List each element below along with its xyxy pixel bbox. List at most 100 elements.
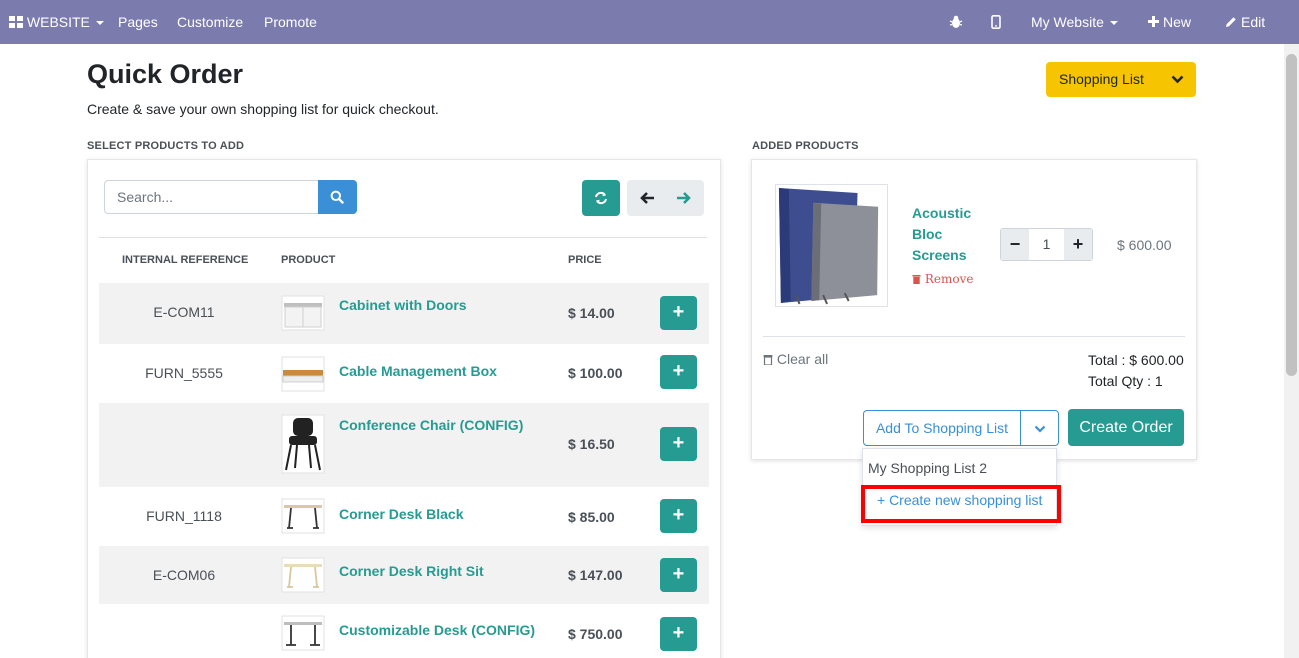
- search-button[interactable]: [318, 180, 357, 214]
- shopping-list-dropdown-toggle[interactable]: [1020, 410, 1059, 446]
- table-row: FURN_5555 Cable Management Box $ 100.00 …: [99, 344, 709, 403]
- table-row: Customizable Desk (CONFIG) $ 750.00 +: [99, 604, 709, 658]
- add-product-button[interactable]: +: [660, 296, 697, 330]
- product-name-link[interactable]: Cable Management Box: [339, 363, 497, 379]
- add-product-button[interactable]: +: [660, 355, 697, 389]
- mobile-icon: [991, 14, 1001, 29]
- product-thumbnail: [281, 557, 325, 593]
- menu-pages[interactable]: Pages: [118, 0, 158, 44]
- search-icon: [330, 190, 344, 204]
- add-product-button[interactable]: +: [660, 617, 697, 651]
- website-switcher[interactable]: My Website: [1031, 0, 1118, 44]
- pencil-icon: [1226, 17, 1236, 27]
- website-switcher-label: My Website: [1031, 14, 1104, 30]
- quantity-input[interactable]: 1: [1029, 229, 1064, 260]
- pager: [627, 180, 704, 216]
- total-quantity: Total Qty : 1: [1088, 373, 1163, 389]
- totals: Total : $ 600.00 Total Qty : 1: [1088, 350, 1184, 392]
- edit-button[interactable]: Edit: [1225, 0, 1265, 44]
- debug-button[interactable]: [949, 0, 963, 44]
- chevron-down-icon: [95, 21, 104, 26]
- product-thumbnail: [281, 498, 325, 534]
- refresh-button[interactable]: [582, 180, 620, 216]
- clear-all-label: Clear all: [776, 351, 829, 367]
- new-button[interactable]: New: [1148, 0, 1191, 44]
- plus-icon: [1148, 16, 1159, 28]
- product-price: $ 750.00: [568, 626, 623, 642]
- add-to-shopping-list-button[interactable]: Add To Shopping List: [863, 410, 1021, 446]
- product-price: $ 14.00: [568, 305, 615, 321]
- shopping-list-label: Shopping List: [1059, 71, 1144, 87]
- add-product-button[interactable]: +: [660, 558, 697, 592]
- product-name-link[interactable]: Corner Desk Right Sit: [339, 563, 484, 579]
- trash-icon: [763, 355, 773, 366]
- page-title: Quick Order: [87, 59, 244, 89]
- row-reference: E-COM06: [152, 567, 216, 583]
- product-thumbnail: [281, 356, 325, 392]
- select-products-label: SELECT PRODUCTS TO ADD: [87, 140, 245, 152]
- highlight-box: [861, 485, 1061, 523]
- grid-icon: [9, 15, 23, 28]
- product-price: $ 147.00: [568, 567, 623, 583]
- divider: [99, 237, 707, 238]
- row-reference: FURN_5555: [145, 365, 223, 381]
- divider: [763, 336, 1185, 337]
- product-price: $ 85.00: [568, 509, 615, 525]
- product-price: $ 100.00: [568, 365, 623, 381]
- product-name-link[interactable]: Corner Desk Black: [339, 506, 464, 522]
- scrollbar-thumb[interactable]: [1286, 54, 1297, 376]
- chevron-down-icon: [1034, 425, 1046, 433]
- trash-icon: [912, 275, 921, 284]
- edit-button-label: Edit: [1241, 14, 1266, 30]
- product-price: $ 16.50: [568, 436, 615, 452]
- new-button-label: New: [1163, 14, 1192, 30]
- added-product-image: [775, 184, 888, 307]
- table-row: E-COM11 Cabinet with Doors $ 14.00 +: [99, 283, 709, 344]
- mobile-preview-button[interactable]: [991, 0, 1001, 44]
- refresh-icon: [595, 191, 607, 205]
- row-reference: E-COM11: [153, 304, 215, 320]
- clear-all-button[interactable]: Clear all: [763, 351, 828, 367]
- table-row: FURN_1118 Corner Desk Black $ 85.00 +: [99, 487, 709, 546]
- product-thumbnail: [281, 615, 325, 651]
- product-name-link[interactable]: Conference Chair (CONFIG): [339, 417, 523, 433]
- added-product-price: $ 600.00: [1117, 237, 1172, 253]
- product-thumbnail: [281, 295, 325, 331]
- search-placeholder: Search...: [117, 189, 174, 205]
- menu-customize[interactable]: Customize: [177, 0, 243, 44]
- table-row: E-COM06 Corner Desk Right Sit $ 147.00 +: [99, 546, 709, 604]
- shopping-list-button[interactable]: Shopping List: [1046, 62, 1196, 97]
- arrow-left-icon[interactable]: [639, 191, 655, 205]
- add-product-button[interactable]: +: [660, 499, 697, 533]
- product-thumbnail: [281, 414, 325, 474]
- page-subtitle: Create & save your own shopping list for…: [87, 101, 439, 117]
- added-product-name[interactable]: Acoustic Bloc Screens: [912, 203, 992, 266]
- quantity-increase-button[interactable]: +: [1064, 229, 1092, 260]
- menu-promote[interactable]: Promote: [264, 0, 317, 44]
- chevron-down-icon: [1109, 21, 1118, 26]
- remove-button[interactable]: Remove: [912, 272, 973, 286]
- chevron-down-icon: [1171, 75, 1184, 84]
- bug-icon: [949, 15, 963, 28]
- website-menu[interactable]: WEBSITE: [9, 0, 104, 44]
- product-name-link[interactable]: Cabinet with Doors: [339, 297, 467, 313]
- added-products-label: ADDED PRODUCTS: [752, 140, 859, 152]
- search-input[interactable]: Search...: [104, 180, 319, 214]
- remove-label: Remove: [924, 272, 974, 286]
- product-name-link[interactable]: Customizable Desk (CONFIG): [339, 622, 535, 638]
- column-header-reference: INTERNAL REFERENCE: [122, 254, 249, 266]
- column-header-product: PRODUCT: [281, 254, 336, 266]
- website-menu-label: WEBSITE: [26, 14, 90, 30]
- column-header-price: PRICE: [568, 254, 602, 266]
- quantity-stepper: − 1 +: [1000, 228, 1093, 261]
- top-navbar: WEBSITE Pages Customize Promote My Websi…: [0, 0, 1299, 44]
- page-scrollbar[interactable]: [1284, 44, 1299, 658]
- dropdown-item-shopping-list[interactable]: My Shopping List 2: [868, 460, 987, 476]
- arrow-right-icon[interactable]: [676, 191, 692, 205]
- table-row: Conference Chair (CONFIG) $ 16.50 +: [99, 403, 709, 487]
- row-reference: FURN_1118: [146, 508, 222, 524]
- quantity-decrease-button[interactable]: −: [1001, 229, 1029, 260]
- create-order-button[interactable]: Create Order: [1068, 409, 1184, 446]
- total-amount: Total : $ 600.00: [1088, 352, 1184, 368]
- add-product-button[interactable]: +: [660, 427, 697, 461]
